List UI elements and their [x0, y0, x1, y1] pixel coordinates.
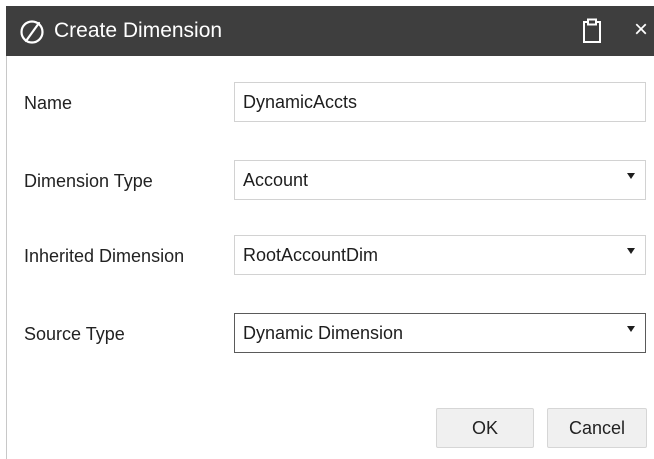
close-icon[interactable]: × — [634, 16, 654, 44]
ok-button[interactable]: OK — [436, 408, 534, 448]
oracle-logo-icon — [18, 18, 46, 46]
clipboard-icon[interactable] — [582, 18, 602, 44]
dialog-left-border — [6, 56, 7, 459]
inherited-dimension-value: RootAccountDim — [243, 245, 379, 265]
inherited-dimension-label: Inherited Dimension — [24, 246, 185, 266]
chevron-down-icon — [627, 326, 635, 332]
dimension-type-label: Dimension Type — [24, 171, 153, 191]
inherited-dimension-select[interactable]: RootAccountDim — [234, 235, 646, 275]
name-label: Name — [24, 93, 73, 113]
create-dimension-dialog: Create Dimension × Name Dimension Type A… — [0, 0, 654, 459]
chevron-down-icon — [627, 173, 635, 179]
dialog-titlebar: Create Dimension × — [6, 6, 654, 56]
dimension-type-select[interactable]: Account — [234, 160, 646, 200]
source-type-select[interactable]: Dynamic Dimension — [234, 313, 646, 353]
name-input[interactable] — [234, 82, 646, 122]
chevron-down-icon — [627, 248, 635, 254]
dialog-title: Create Dimension — [54, 19, 223, 42]
cancel-button[interactable]: Cancel — [547, 408, 647, 448]
dimension-type-value: Account — [243, 170, 309, 190]
source-type-value: Dynamic Dimension — [243, 323, 404, 343]
source-type-label: Source Type — [24, 324, 125, 344]
